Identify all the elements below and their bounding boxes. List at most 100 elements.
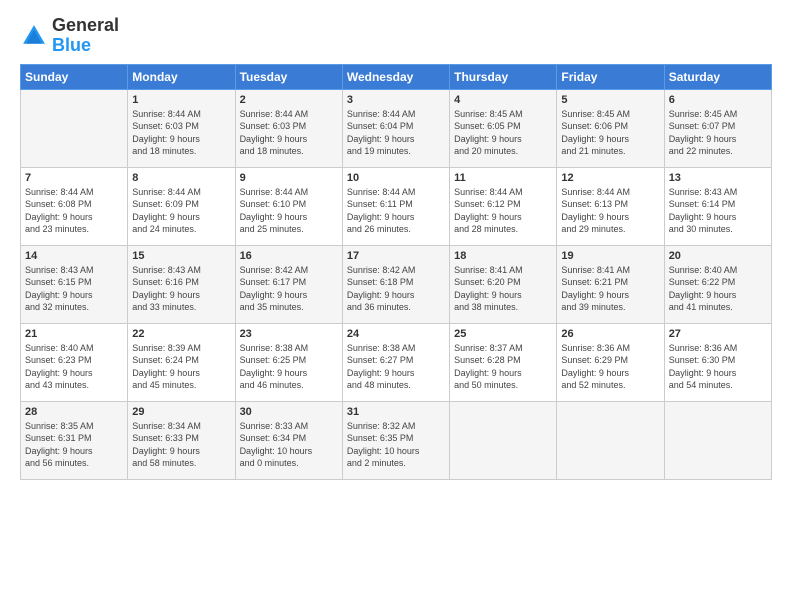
day-number: 20 bbox=[669, 250, 767, 262]
calendar-cell: 21Sunrise: 8:40 AM Sunset: 6:23 PM Dayli… bbox=[21, 323, 128, 401]
calendar-cell: 18Sunrise: 8:41 AM Sunset: 6:20 PM Dayli… bbox=[450, 245, 557, 323]
calendar-cell: 27 Sunrise: 8:36 AM Sunset: 6:30 PM Dayli… bbox=[664, 323, 771, 401]
week-row-4: 21Sunrise: 8:40 AM Sunset: 6:23 PM Dayli… bbox=[21, 323, 772, 401]
day-header-saturday: Saturday bbox=[664, 64, 771, 89]
calendar-cell bbox=[557, 401, 664, 479]
day-info: Sunrise: 8:44 AM Sunset: 6:03 PM Dayligh… bbox=[132, 108, 230, 158]
page: General Blue SundayMondayTuesdayWednesda… bbox=[0, 0, 792, 612]
day-number: 6 bbox=[669, 94, 767, 106]
day-info: Sunrise: 8:44 AM Sunset: 6:10 PM Dayligh… bbox=[240, 186, 338, 236]
day-header-sunday: Sunday bbox=[21, 64, 128, 89]
day-info: Sunrise: 8:45 AM Sunset: 6:05 PM Dayligh… bbox=[454, 108, 552, 158]
calendar-cell bbox=[450, 401, 557, 479]
day-number: 23 bbox=[240, 328, 338, 340]
calendar-cell: 4 Sunrise: 8:45 AM Sunset: 6:05 PM Daylig… bbox=[450, 89, 557, 167]
calendar-cell: 5 Sunrise: 8:45 AM Sunset: 6:06 PM Daylig… bbox=[557, 89, 664, 167]
logo: General Blue bbox=[20, 16, 119, 56]
day-info: Sunrise: 8:34 AM Sunset: 6:33 PM Dayligh… bbox=[132, 420, 230, 470]
day-number: 12 bbox=[561, 172, 659, 184]
day-info: Sunrise: 8:38 AM Sunset: 6:27 PM Dayligh… bbox=[347, 342, 445, 392]
calendar-cell: 1 Sunrise: 8:44 AM Sunset: 6:03 PM Daylig… bbox=[128, 89, 235, 167]
day-info: Sunrise: 8:37 AM Sunset: 6:28 PM Dayligh… bbox=[454, 342, 552, 392]
day-number: 17 bbox=[347, 250, 445, 262]
calendar-cell: 13Sunrise: 8:43 AM Sunset: 6:14 PM Dayli… bbox=[664, 167, 771, 245]
calendar-cell: 23 Sunrise: 8:38 AM Sunset: 6:25 PM Dayli… bbox=[235, 323, 342, 401]
day-info: Sunrise: 8:44 AM Sunset: 6:08 PM Dayligh… bbox=[25, 186, 123, 236]
day-number: 26 bbox=[561, 328, 659, 340]
day-number: 24 bbox=[347, 328, 445, 340]
day-number: 8 bbox=[132, 172, 230, 184]
day-header-monday: Monday bbox=[128, 64, 235, 89]
day-info: Sunrise: 8:43 AM Sunset: 6:15 PM Dayligh… bbox=[25, 264, 123, 314]
calendar-cell: 31Sunrise: 8:32 AM Sunset: 6:35 PM Dayli… bbox=[342, 401, 449, 479]
calendar-cell: 22 Sunrise: 8:39 AM Sunset: 6:24 PM Dayli… bbox=[128, 323, 235, 401]
week-row-1: 1 Sunrise: 8:44 AM Sunset: 6:03 PM Daylig… bbox=[21, 89, 772, 167]
calendar-cell: 2 Sunrise: 8:44 AM Sunset: 6:03 PM Daylig… bbox=[235, 89, 342, 167]
day-info: Sunrise: 8:44 AM Sunset: 6:11 PM Dayligh… bbox=[347, 186, 445, 236]
calendar-cell: 19Sunrise: 8:41 AM Sunset: 6:21 PM Dayli… bbox=[557, 245, 664, 323]
day-header-thursday: Thursday bbox=[450, 64, 557, 89]
logo-icon bbox=[20, 22, 48, 50]
calendar-cell: 25Sunrise: 8:37 AM Sunset: 6:28 PM Dayli… bbox=[450, 323, 557, 401]
day-number: 19 bbox=[561, 250, 659, 262]
header: General Blue bbox=[20, 16, 772, 56]
day-number: 31 bbox=[347, 406, 445, 418]
day-number: 7 bbox=[25, 172, 123, 184]
calendar-cell: 29Sunrise: 8:34 AM Sunset: 6:33 PM Dayli… bbox=[128, 401, 235, 479]
calendar-cell: 24 Sunrise: 8:38 AM Sunset: 6:27 PM Dayli… bbox=[342, 323, 449, 401]
day-info: Sunrise: 8:35 AM Sunset: 6:31 PM Dayligh… bbox=[25, 420, 123, 470]
header-row: SundayMondayTuesdayWednesdayThursdayFrid… bbox=[21, 64, 772, 89]
day-info: Sunrise: 8:42 AM Sunset: 6:17 PM Dayligh… bbox=[240, 264, 338, 314]
day-info: Sunrise: 8:33 AM Sunset: 6:34 PM Dayligh… bbox=[240, 420, 338, 470]
calendar-cell: 6 Sunrise: 8:45 AM Sunset: 6:07 PM Daylig… bbox=[664, 89, 771, 167]
day-info: Sunrise: 8:38 AM Sunset: 6:25 PM Dayligh… bbox=[240, 342, 338, 392]
day-number: 2 bbox=[240, 94, 338, 106]
day-info: Sunrise: 8:40 AM Sunset: 6:22 PM Dayligh… bbox=[669, 264, 767, 314]
calendar-cell: 28 Sunrise: 8:35 AM Sunset: 6:31 PM Dayli… bbox=[21, 401, 128, 479]
calendar-cell bbox=[664, 401, 771, 479]
day-info: Sunrise: 8:44 AM Sunset: 6:13 PM Dayligh… bbox=[561, 186, 659, 236]
calendar-cell: 20 Sunrise: 8:40 AM Sunset: 6:22 PM Dayli… bbox=[664, 245, 771, 323]
day-info: Sunrise: 8:44 AM Sunset: 6:09 PM Dayligh… bbox=[132, 186, 230, 236]
day-info: Sunrise: 8:44 AM Sunset: 6:12 PM Dayligh… bbox=[454, 186, 552, 236]
calendar-cell: 9 Sunrise: 8:44 AM Sunset: 6:10 PM Daylig… bbox=[235, 167, 342, 245]
day-number: 15 bbox=[132, 250, 230, 262]
day-info: Sunrise: 8:44 AM Sunset: 6:03 PM Dayligh… bbox=[240, 108, 338, 158]
calendar-cell: 30 Sunrise: 8:33 AM Sunset: 6:34 PM Dayli… bbox=[235, 401, 342, 479]
calendar-cell: 7 Sunrise: 8:44 AM Sunset: 6:08 PM Daylig… bbox=[21, 167, 128, 245]
day-number: 28 bbox=[25, 406, 123, 418]
day-info: Sunrise: 8:42 AM Sunset: 6:18 PM Dayligh… bbox=[347, 264, 445, 314]
day-number: 30 bbox=[240, 406, 338, 418]
day-info: Sunrise: 8:45 AM Sunset: 6:07 PM Dayligh… bbox=[669, 108, 767, 158]
calendar-cell: 10 Sunrise: 8:44 AM Sunset: 6:11 PM Dayli… bbox=[342, 167, 449, 245]
week-row-5: 28 Sunrise: 8:35 AM Sunset: 6:31 PM Dayli… bbox=[21, 401, 772, 479]
day-header-friday: Friday bbox=[557, 64, 664, 89]
calendar-cell: 16Sunrise: 8:42 AM Sunset: 6:17 PM Dayli… bbox=[235, 245, 342, 323]
calendar-table: SundayMondayTuesdayWednesdayThursdayFrid… bbox=[20, 64, 772, 480]
day-number: 3 bbox=[347, 94, 445, 106]
day-info: Sunrise: 8:43 AM Sunset: 6:16 PM Dayligh… bbox=[132, 264, 230, 314]
day-number: 5 bbox=[561, 94, 659, 106]
day-info: Sunrise: 8:41 AM Sunset: 6:20 PM Dayligh… bbox=[454, 264, 552, 314]
day-info: Sunrise: 8:39 AM Sunset: 6:24 PM Dayligh… bbox=[132, 342, 230, 392]
day-number: 22 bbox=[132, 328, 230, 340]
day-info: Sunrise: 8:36 AM Sunset: 6:30 PM Dayligh… bbox=[669, 342, 767, 392]
day-number: 4 bbox=[454, 94, 552, 106]
day-info: Sunrise: 8:45 AM Sunset: 6:06 PM Dayligh… bbox=[561, 108, 659, 158]
week-row-2: 7 Sunrise: 8:44 AM Sunset: 6:08 PM Daylig… bbox=[21, 167, 772, 245]
calendar-cell: 15 Sunrise: 8:43 AM Sunset: 6:16 PM Dayli… bbox=[128, 245, 235, 323]
calendar-cell: 3 Sunrise: 8:44 AM Sunset: 6:04 PM Daylig… bbox=[342, 89, 449, 167]
calendar-cell: 12 Sunrise: 8:44 AM Sunset: 6:13 PM Dayli… bbox=[557, 167, 664, 245]
day-number: 27 bbox=[669, 328, 767, 340]
day-number: 10 bbox=[347, 172, 445, 184]
day-number: 1 bbox=[132, 94, 230, 106]
calendar-cell: 17 Sunrise: 8:42 AM Sunset: 6:18 PM Dayli… bbox=[342, 245, 449, 323]
day-header-tuesday: Tuesday bbox=[235, 64, 342, 89]
calendar-cell bbox=[21, 89, 128, 167]
day-number: 14 bbox=[25, 250, 123, 262]
day-number: 21 bbox=[25, 328, 123, 340]
day-info: Sunrise: 8:36 AM Sunset: 6:29 PM Dayligh… bbox=[561, 342, 659, 392]
week-row-3: 14 Sunrise: 8:43 AM Sunset: 6:15 PM Dayli… bbox=[21, 245, 772, 323]
day-number: 9 bbox=[240, 172, 338, 184]
day-info: Sunrise: 8:44 AM Sunset: 6:04 PM Dayligh… bbox=[347, 108, 445, 158]
